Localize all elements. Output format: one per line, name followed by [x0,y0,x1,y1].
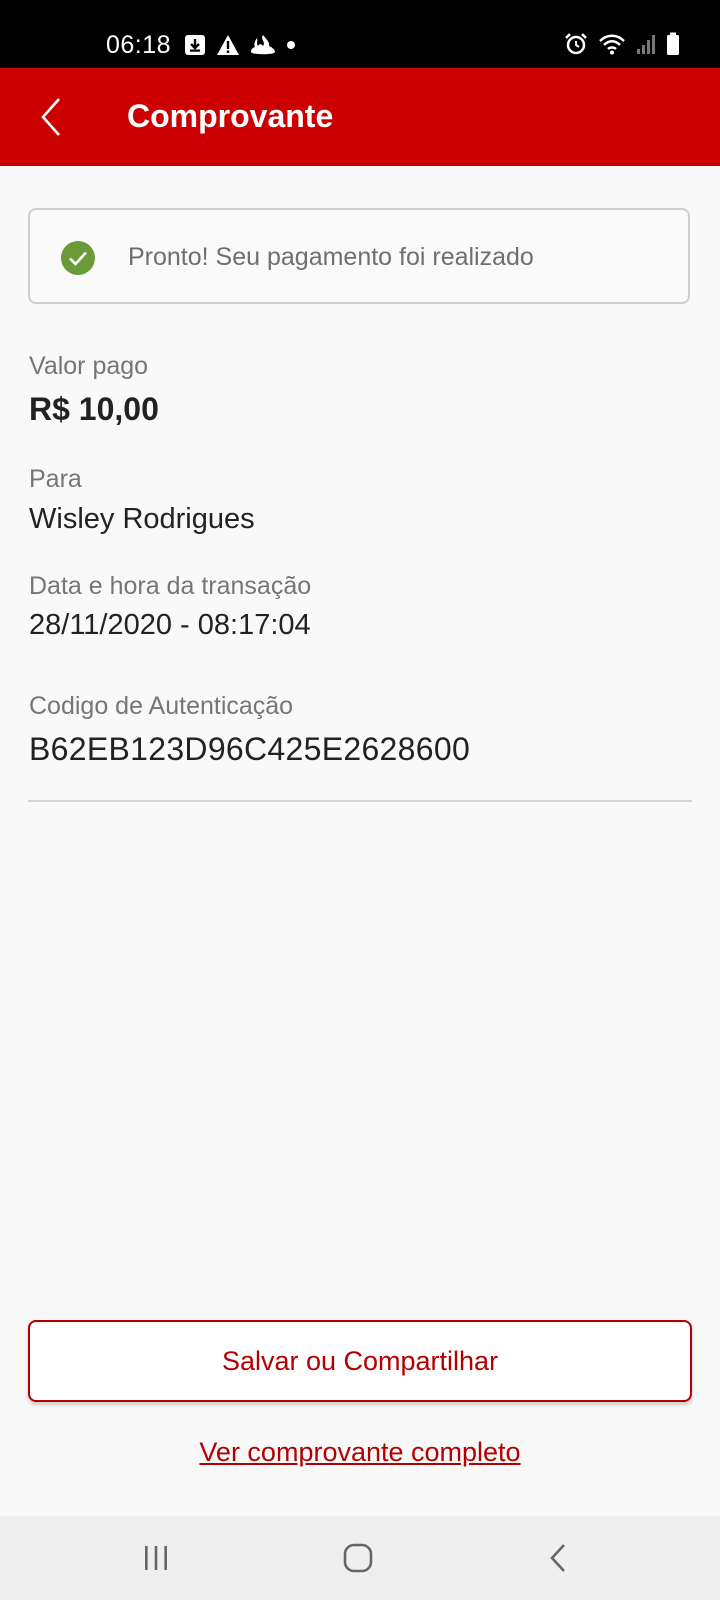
notification-dot-icon [286,40,296,50]
status-system-icons [564,30,680,58]
wifi-icon [598,33,626,55]
status-time: 06:18 [106,31,172,59]
check-circle-icon [60,240,96,276]
save-or-share-button[interactable]: Salvar ou Compartilhar [28,1320,692,1402]
app-header: Comprovante [0,68,720,166]
santander-flame-icon [250,34,276,56]
home-button[interactable] [334,1534,382,1582]
status-notification-icons [184,32,296,58]
auth-code-value: B62EB123D96C425E2628600 [29,731,471,767]
success-banner: Pronto! Seu pagamento foi realizado [28,208,690,304]
amount-value: R$ 10,00 [29,391,159,427]
amount-label: Valor pago [29,352,149,380]
nav-back-button[interactable] [534,1534,582,1582]
recipient-label: Para [29,465,82,493]
auth-code-label: Codigo de Autenticação [29,692,294,720]
page-title: Comprovante [127,98,334,134]
status-bar: 06:18 [0,0,720,68]
battery-icon [666,32,680,56]
datetime-label: Data e hora da transação [29,572,312,600]
recent-apps-button[interactable] [132,1534,180,1582]
alarm-icon [564,32,588,56]
warning-icon [216,34,240,56]
download-icon [184,34,206,56]
divider [28,800,692,802]
view-full-receipt-link[interactable]: Ver comprovante completo [0,1434,720,1470]
recipient-value: Wisley Rodrigues [29,503,255,535]
success-message: Pronto! Seu pagamento foi realizado [128,243,534,271]
recent-apps-icon [142,1545,170,1571]
datetime-value: 28/11/2020 - 08:17:04 [29,609,311,641]
back-icon [549,1543,567,1573]
back-button[interactable] [24,90,78,144]
home-icon [343,1543,373,1573]
chevron-left-icon [40,97,62,137]
signal-icon [636,33,656,55]
system-nav-bar [0,1516,720,1600]
